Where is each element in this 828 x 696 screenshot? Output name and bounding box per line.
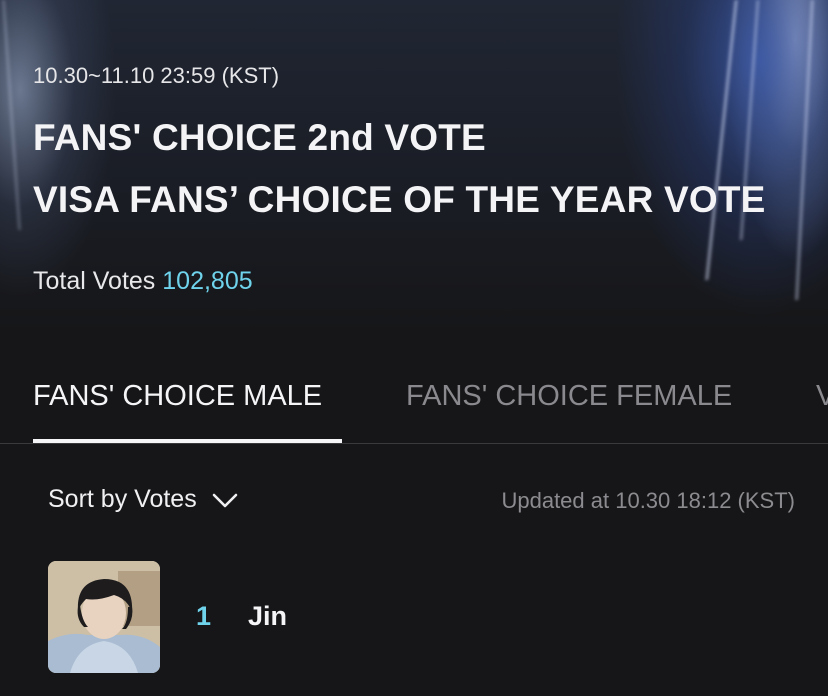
vote-subtitle: VISA FANS’ CHOICE OF THE YEAR VOTE [33, 179, 766, 220]
hero-banner: 10.30~11.10 23:59 (KST) FANS' CHOICE 2nd… [0, 0, 828, 340]
sort-dropdown[interactable]: Sort by Votes [48, 485, 239, 514]
light-streak [705, 0, 738, 280]
light-streak [795, 0, 814, 300]
light-streak [1, 0, 22, 230]
category-tabs: FANS' CHOICE MALE FANS' CHOICE FEMALE V [0, 372, 828, 444]
total-votes-label: Total Votes [33, 267, 156, 295]
total-votes-value: 102,805 [162, 267, 253, 295]
vote-title: FANS' CHOICE 2nd VOTE [33, 117, 486, 158]
list-item[interactable]: 1 Jin [48, 561, 808, 673]
chevron-down-icon [212, 493, 238, 507]
rank-number: 1 [196, 601, 212, 631]
artist-thumbnail [48, 561, 160, 673]
artist-name: Jin [248, 601, 288, 631]
vote-period: 10.30~11.10 23:59 (KST) [33, 63, 280, 88]
updated-timestamp: Updated at 10.30 18:12 (KST) [501, 488, 795, 513]
total-votes: Total Votes 102,805 [33, 267, 253, 296]
tab-next-category[interactable]: V [816, 380, 828, 413]
sort-label: Sort by Votes [48, 485, 197, 513]
tab-fans-choice-male[interactable]: FANS' CHOICE MALE [33, 380, 322, 413]
active-tab-indicator [33, 439, 342, 443]
tab-fans-choice-female[interactable]: FANS' CHOICE FEMALE [406, 380, 732, 413]
artist-photo-icon [48, 561, 160, 673]
